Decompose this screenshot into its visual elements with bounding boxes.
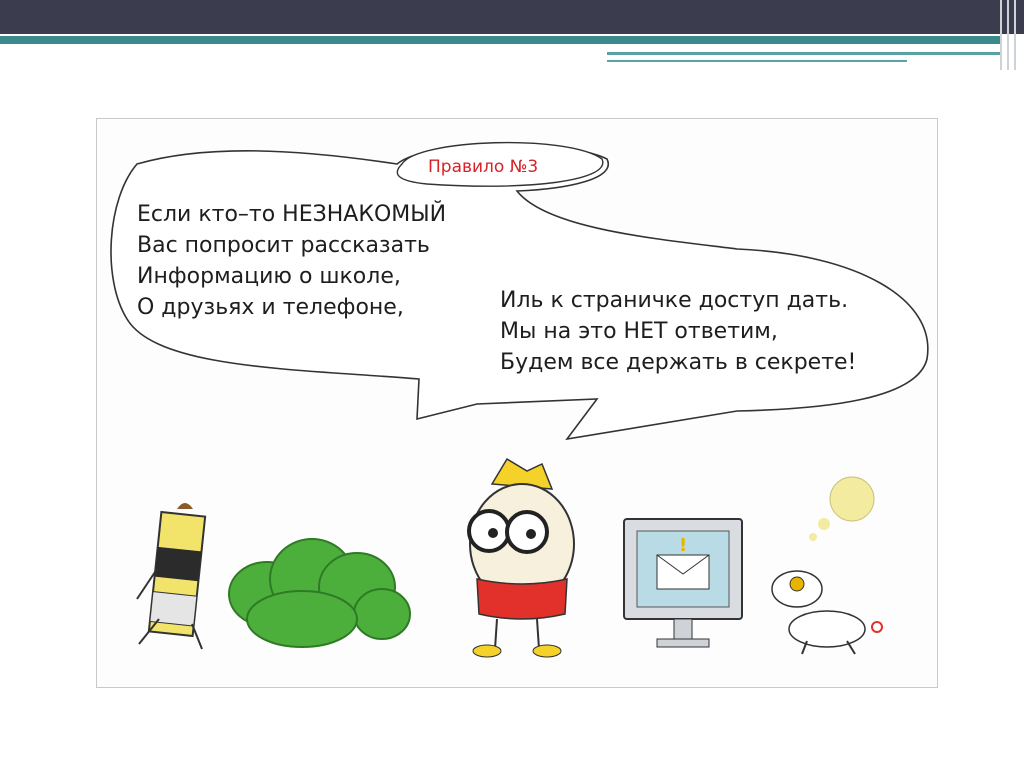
slide-divider — [1000, 0, 1002, 70]
verse-line: Иль к страничке доступ дать. — [500, 288, 849, 313]
verse-line: Вас попросит рассказать — [137, 233, 430, 258]
verse-line: Будем все держать в секрете! — [500, 350, 857, 375]
slide-header-thin-line — [607, 52, 1002, 55]
slide-header-thin-line — [607, 60, 907, 62]
slide-header-accent — [0, 36, 1000, 44]
computer-monitor-icon: ! — [623, 518, 743, 648]
boy-with-glasses-icon — [467, 457, 575, 658]
bush-icon — [228, 538, 411, 648]
svg-text:!: ! — [679, 535, 687, 556]
right-verse: Иль к страничке доступ дать. Мы на это Н… — [500, 285, 930, 378]
battery-icon — [136, 503, 207, 650]
cartoon-picture: ! Правило №3 Если кто–то НЕЗНАКОМЫЙ Вас … — [96, 118, 938, 688]
slide-header-bar — [0, 0, 1024, 34]
dog-icon — [771, 476, 883, 655]
verse-line: Информацию о школе, — [137, 264, 401, 289]
slide-divider — [1007, 0, 1009, 70]
left-verse: Если кто–то НЕЗНАКОМЫЙ Вас попросит расс… — [137, 199, 517, 323]
slide-divider — [1014, 0, 1016, 70]
verse-line: О друзьях и телефоне, — [137, 295, 404, 320]
verse-line: Если кто–то НЕЗНАКОМЫЙ — [137, 202, 447, 227]
verse-line: Мы на это НЕТ ответим, — [500, 319, 778, 344]
rule-title: Правило №3 — [428, 157, 539, 177]
